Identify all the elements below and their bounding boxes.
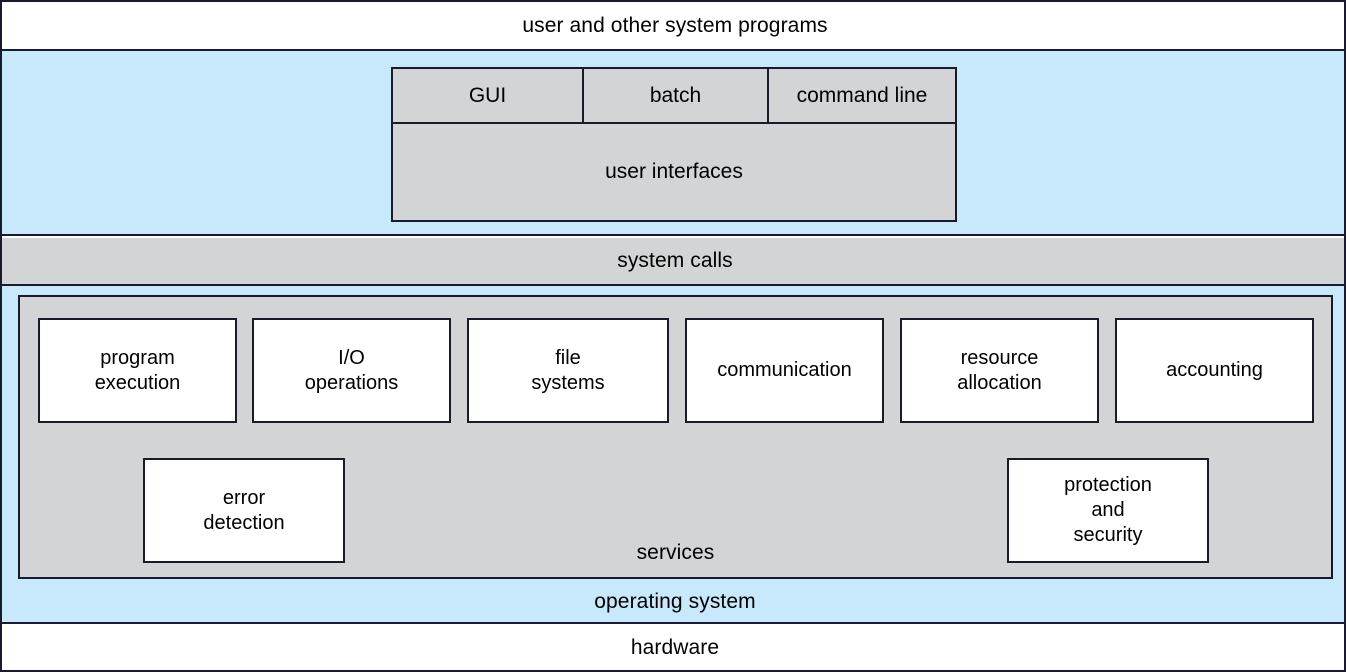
layer-hardware-label: hardware xyxy=(630,636,720,660)
ui-mode-command-line: command line xyxy=(767,69,955,122)
os-services-diagram: user and other system programs GUI batch… xyxy=(0,0,1346,672)
ui-mode-command-line-label: command line xyxy=(796,83,928,107)
service-accounting: accounting xyxy=(1115,318,1314,423)
layer-system-calls: system calls xyxy=(2,238,1344,286)
service-resource-allocation: resource allocation xyxy=(900,318,1099,423)
service-file-systems-label: file systems xyxy=(531,346,605,394)
layer-operating-system-label: operating system xyxy=(594,589,756,613)
service-io-operations: I/O operations xyxy=(252,318,451,423)
service-accounting-label: accounting xyxy=(1166,359,1263,381)
service-communication-label: communication xyxy=(717,359,852,381)
ui-mode-gui-label: GUI xyxy=(468,83,507,107)
layer-operating-system: operating system xyxy=(2,579,1344,624)
services-caption-label: services xyxy=(636,541,715,564)
user-interfaces-caption-label: user interfaces xyxy=(605,160,743,183)
services-caption: services xyxy=(20,541,1331,565)
services-panel: program execution I/O operations file sy… xyxy=(18,295,1333,579)
service-program-execution: program execution xyxy=(38,318,237,423)
user-interfaces-caption: user interfaces xyxy=(393,124,955,220)
layer-system-calls-label: system calls xyxy=(617,249,733,273)
service-file-systems: file systems xyxy=(467,318,669,423)
ui-mode-batch-label: batch xyxy=(649,83,702,107)
user-interface-modes-row: GUI batch command line xyxy=(393,69,955,124)
layer-hardware: hardware xyxy=(2,624,1344,670)
service-io-operations-label: I/O operations xyxy=(304,346,399,394)
ui-mode-gui: GUI xyxy=(393,69,582,122)
service-resource-allocation-label: resource allocation xyxy=(957,346,1042,394)
layer-user-programs: user and other system programs xyxy=(2,2,1344,51)
service-protection-and-security-label: protection and security xyxy=(1064,474,1152,546)
user-interfaces-box: GUI batch command line user interfaces xyxy=(391,67,957,222)
service-communication: communication xyxy=(685,318,884,423)
layer-user-programs-label: user and other system programs xyxy=(522,13,828,37)
ui-mode-batch: batch xyxy=(582,69,767,122)
service-error-detection-label: error detection xyxy=(203,486,285,534)
service-program-execution-label: program execution xyxy=(94,346,181,394)
